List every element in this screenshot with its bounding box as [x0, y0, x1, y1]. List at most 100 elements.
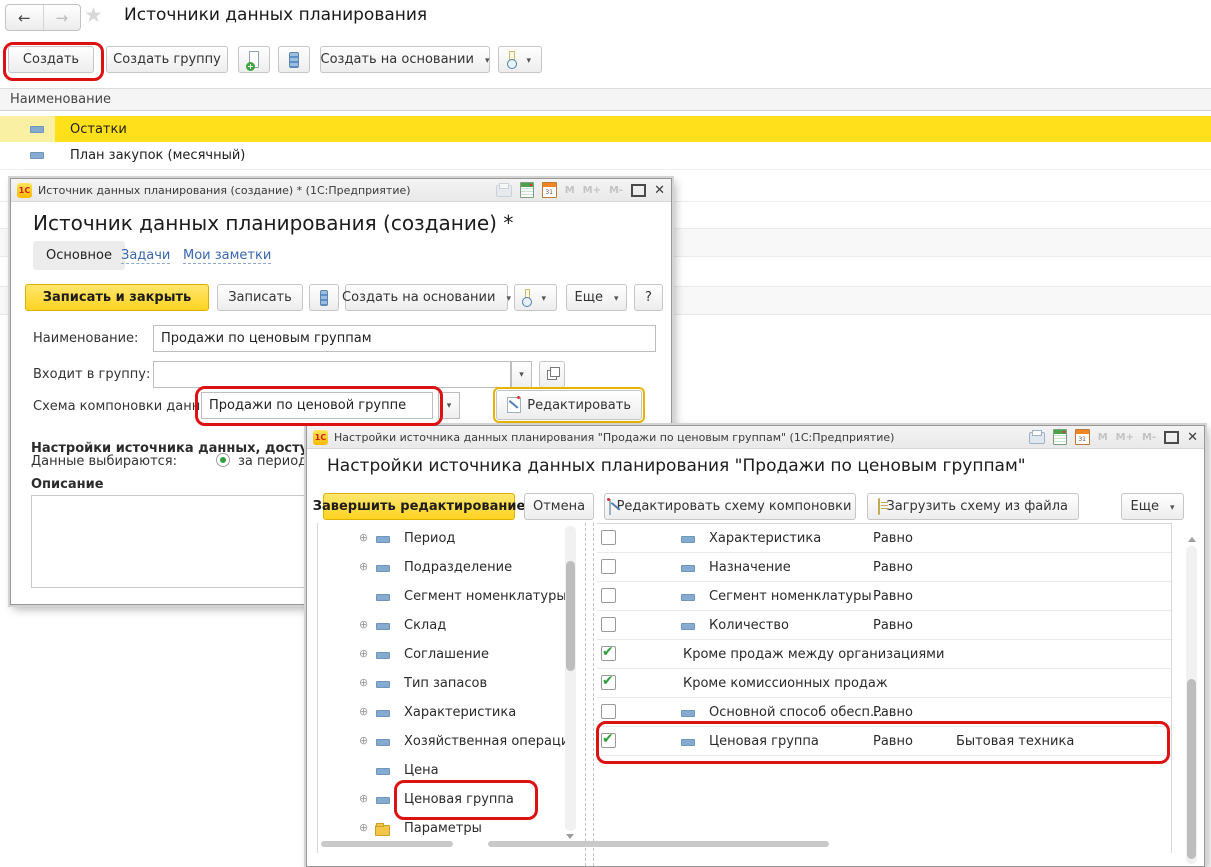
tree-item-warehouse[interactable]: Склад — [318, 611, 566, 640]
memory-mminus-icon[interactable]: M- — [1142, 432, 1156, 443]
tab-notes[interactable]: Мои заметки — [183, 248, 271, 264]
table-row-selected[interactable]: Остатки — [0, 116, 1211, 142]
tree-item-department[interactable]: Подразделение — [318, 553, 566, 582]
list-scrollbar-thumb[interactable] — [1187, 679, 1196, 859]
list-hscrollbar-thumb[interactable] — [488, 841, 829, 847]
checkbox[interactable] — [601, 617, 616, 632]
save-close-button[interactable]: Записать и закрыть — [25, 284, 209, 311]
create-based-on-button[interactable]: Создать на основании — [320, 46, 490, 73]
filter-row-main-supply-method[interactable]: Основной способ обесп... Равно — [597, 698, 1171, 727]
load-schema-button[interactable]: Загрузить схему из файла — [867, 493, 1079, 520]
print-icon[interactable] — [496, 185, 512, 197]
calculator-icon[interactable] — [1053, 429, 1067, 445]
star-icon[interactable]: ★ — [84, 3, 103, 27]
checkbox-checked[interactable] — [601, 733, 616, 748]
checkbox-checked[interactable] — [601, 675, 616, 690]
group-input[interactable] — [153, 361, 511, 388]
filter-row-price-group[interactable]: Ценовая группа Равно Бытовая техника — [597, 727, 1171, 756]
calendar-icon[interactable]: 31 — [542, 182, 557, 198]
group-dropdown-button[interactable] — [511, 361, 532, 388]
group-open-button[interactable] — [539, 361, 565, 388]
tree-item-price[interactable]: Цена — [318, 756, 566, 785]
scroll-up-icon[interactable] — [1188, 537, 1196, 542]
expander-icon[interactable] — [359, 619, 368, 630]
memory-mplus-icon[interactable]: M+ — [1116, 432, 1134, 443]
nav-history-buttons[interactable]: ← → — [5, 4, 81, 31]
dialog1-titlebar[interactable]: 1С Источник данных планирования (создани… — [11, 179, 671, 202]
print-icon[interactable] — [1029, 432, 1045, 444]
tree-item-price-group[interactable]: Ценовая группа — [318, 785, 566, 814]
expander-icon[interactable] — [359, 677, 368, 688]
create-copy-button[interactable] — [238, 46, 270, 73]
tree-hscrollbar-thumb[interactable] — [321, 841, 453, 847]
checkbox[interactable] — [601, 559, 616, 574]
close-icon[interactable]: ✕ — [654, 184, 665, 197]
filter-row-except-commission[interactable]: Кроме комиссионных продаж — [597, 669, 1171, 698]
create-based-on-button[interactable]: Создать на основании — [345, 284, 508, 311]
more-button[interactable]: Еще — [566, 284, 627, 311]
edit-schema-button[interactable]: Редактировать — [496, 390, 642, 420]
expander-icon[interactable] — [359, 648, 368, 659]
calendar-icon[interactable]: 31 — [1075, 429, 1090, 445]
list-header[interactable]: Наименование — [0, 88, 1211, 111]
help-button[interactable]: ? — [634, 284, 663, 311]
memory-mplus-icon[interactable]: M+ — [583, 185, 601, 196]
filter-row-purpose[interactable]: Назначение Равно — [597, 553, 1171, 582]
filter-row-except-intercompany[interactable]: Кроме продаж между организациями — [597, 640, 1171, 669]
panel-splitter[interactable] — [593, 523, 594, 866]
tree-scrollbar-thumb[interactable] — [566, 561, 575, 671]
name-input[interactable]: Продажи по ценовым группам — [153, 325, 656, 352]
back-icon[interactable]: ← — [6, 5, 44, 30]
report-history-button[interactable] — [514, 284, 557, 311]
list-scrollbar[interactable] — [1186, 546, 1197, 864]
expander-icon[interactable] — [359, 561, 368, 572]
table-row[interactable]: План закупок (месячный) — [0, 142, 1211, 170]
memory-m-icon[interactable]: M — [565, 185, 575, 196]
maximize-icon[interactable] — [631, 184, 646, 197]
save-button[interactable]: Записать — [217, 284, 303, 311]
expander-icon[interactable] — [359, 735, 368, 746]
filter-row-characteristic[interactable]: Характеристика Равно — [597, 524, 1171, 553]
close-icon[interactable]: ✕ — [1187, 431, 1198, 444]
tab-tasks[interactable]: Задачи — [121, 248, 170, 264]
tree-item-nomenclature-segment[interactable]: Сегмент номенклатуры — [318, 582, 566, 611]
dialog2-titlebar[interactable]: 1С Настройки источника данных планирован… — [307, 426, 1204, 449]
create-button[interactable]: Создать — [8, 46, 94, 73]
forward-icon[interactable]: → — [44, 5, 81, 30]
finish-editing-button[interactable]: Завершить редактирование — [323, 493, 515, 520]
tree-item-stock-type[interactable]: Тип запасов — [318, 669, 566, 698]
list-settings-button[interactable] — [309, 284, 339, 311]
schema-input[interactable]: Продажи по ценовой группе — [201, 392, 433, 419]
checkbox[interactable] — [601, 704, 616, 719]
filter-row-quantity[interactable]: Количество Равно — [597, 611, 1171, 640]
expander-icon[interactable] — [359, 706, 368, 717]
memory-m-icon[interactable]: M — [1098, 432, 1108, 443]
checkbox[interactable] — [601, 530, 616, 545]
schema-dropdown-button[interactable] — [438, 392, 460, 419]
report-history-button[interactable] — [498, 46, 542, 73]
filter-row-nomenclature-segment[interactable]: Сегмент номенклатуры Равно — [597, 582, 1171, 611]
scroll-down-icon[interactable] — [566, 834, 574, 839]
edit-composition-schema-button[interactable]: Редактировать схему компоновки — [604, 493, 856, 520]
expander-icon[interactable] — [359, 532, 368, 543]
checkbox-checked[interactable] — [601, 646, 616, 661]
panel-splitter[interactable] — [585, 523, 586, 866]
tree-item-parameters[interactable]: Параметры — [318, 814, 566, 843]
expander-icon[interactable] — [359, 822, 368, 833]
maximize-icon[interactable] — [1164, 431, 1179, 444]
cancel-button[interactable]: Отмена — [524, 493, 594, 520]
more-button[interactable]: Еще — [1121, 493, 1184, 520]
tab-main[interactable]: Основное — [33, 241, 125, 270]
radio-for-period[interactable] — [216, 453, 230, 467]
tree-item-characteristic[interactable]: Характеристика — [318, 698, 566, 727]
tree-scrollbar[interactable] — [565, 526, 576, 831]
checkbox[interactable] — [601, 588, 616, 603]
tree-item-agreement[interactable]: Соглашение — [318, 640, 566, 669]
calculator-icon[interactable] — [520, 182, 534, 198]
memory-mminus-icon[interactable]: M- — [609, 185, 623, 196]
tree-item-business-operation[interactable]: Хозяйственная операция — [318, 727, 566, 756]
create-group-button[interactable]: Создать группу — [106, 46, 228, 73]
list-settings-button[interactable] — [278, 46, 310, 73]
tree-item-period[interactable]: Период — [318, 524, 566, 553]
expander-icon[interactable] — [359, 793, 368, 804]
